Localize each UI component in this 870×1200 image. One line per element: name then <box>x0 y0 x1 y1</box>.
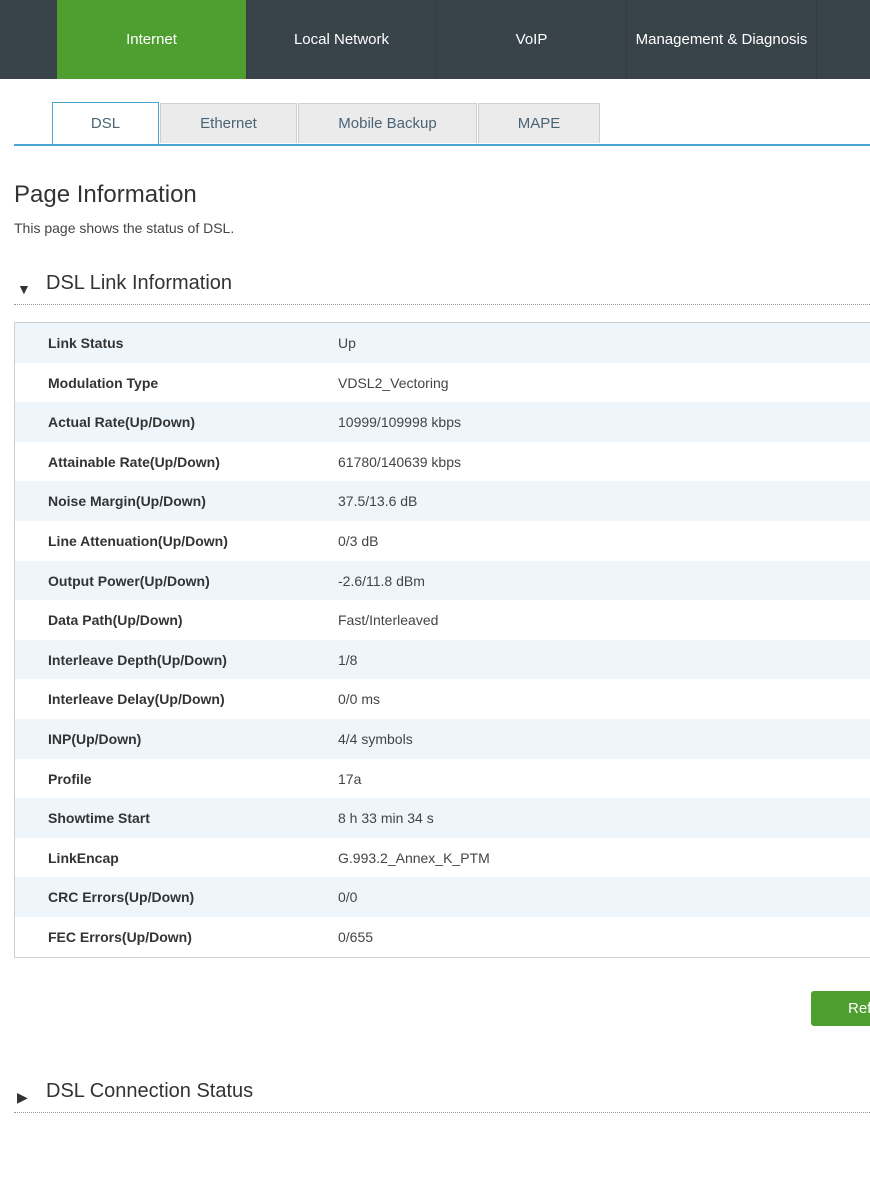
expand-arrow-icon: ▶ <box>17 1089 28 1105</box>
dsl-link-info-table: Link Status Up Modulation Type VDSL2_Vec… <box>14 322 870 958</box>
row-label: Link Status <box>48 335 124 351</box>
row-value: G.993.2_Annex_K_PTM <box>338 849 490 866</box>
table-row: LinkEncap G.993.2_Annex_K_PTM <box>15 837 870 878</box>
row-label: Actual Rate(Up/Down) <box>48 414 195 431</box>
row-value: -2.6/11.8 dBm <box>338 572 425 589</box>
row-label: CRC Errors(Up/Down) <box>48 889 195 906</box>
nav-voip[interactable]: VoIP <box>437 0 627 79</box>
sub-tab-bar: DSL Ethernet Mobile Backup MAPE <box>14 102 870 146</box>
section-title: DSL Link Information <box>46 272 233 294</box>
top-navigation: Internet Local Network VoIP Management &… <box>0 0 870 79</box>
row-value: 4/4 symbols <box>338 730 413 747</box>
table-row: Noise Margin(Up/Down) 37.5/13.6 dB <box>15 481 870 521</box>
table-row: Link Status Up <box>15 323 870 363</box>
row-value: 0/655 <box>338 928 374 945</box>
table-row: Line Attenuation(Up/Down) 0/3 dB <box>15 520 870 561</box>
row-value: VDSL2_Vectoring <box>338 374 449 391</box>
section-header-dsl-connection-status[interactable]: ▶ DSL Connection Status <box>14 1078 870 1113</box>
row-label: Interleave Depth(Up/Down) <box>48 651 227 668</box>
row-value: 10999/109998 kbps <box>338 414 461 431</box>
nav-local-network[interactable]: Local Network <box>247 0 437 79</box>
row-label: Data Path(Up/Down) <box>48 612 183 629</box>
page-description: This page shows the status of DSL. <box>14 220 235 236</box>
row-label: Noise Margin(Up/Down) <box>48 493 206 510</box>
tab-mape[interactable]: MAPE <box>478 103 600 143</box>
row-label: LinkEncap <box>48 849 119 866</box>
table-row: Data Path(Up/Down) Fast/Interleaved <box>15 600 870 640</box>
table-row: Attainable Rate(Up/Down) 61780/140639 kb… <box>15 441 870 482</box>
row-label: Showtime Start <box>48 810 150 827</box>
row-value: 61780/140639 kbps <box>338 453 461 470</box>
row-label: Profile <box>48 770 92 787</box>
row-value: 1/8 <box>338 651 358 668</box>
row-label: Attainable Rate(Up/Down) <box>48 453 220 470</box>
table-row: Showtime Start 8 h 33 min 34 s <box>15 798 870 838</box>
row-label: Interleave Delay(Up/Down) <box>48 691 225 708</box>
nav-internet[interactable]: Internet <box>57 0 247 79</box>
row-label: Output Power(Up/Down) <box>48 572 210 589</box>
table-row: CRC Errors(Up/Down) 0/0 <box>15 877 870 917</box>
tab-dsl[interactable]: DSL <box>52 102 159 144</box>
row-value: Up <box>338 335 356 351</box>
section-title: DSL Connection Status <box>46 1080 254 1102</box>
row-value: 0/0 <box>338 889 358 906</box>
table-row: INP(Up/Down) 4/4 symbols <box>15 718 870 759</box>
table-row: Output Power(Up/Down) -2.6/11.8 dBm <box>15 560 870 601</box>
row-label: Modulation Type <box>48 374 159 391</box>
row-label: Line Attenuation(Up/Down) <box>48 532 228 549</box>
refresh-button[interactable]: Ref <box>811 991 870 1026</box>
tab-mobile-backup[interactable]: Mobile Backup <box>298 103 477 143</box>
row-label: INP(Up/Down) <box>48 730 142 747</box>
row-value: 17a <box>338 770 362 787</box>
table-row: Interleave Delay(Up/Down) 0/0 ms <box>15 679 870 719</box>
tab-ethernet[interactable]: Ethernet <box>160 103 297 143</box>
row-value: 0/0 ms <box>338 691 381 708</box>
row-label: FEC Errors(Up/Down) <box>48 928 192 945</box>
row-value: 8 h 33 min 34 s <box>338 810 434 827</box>
table-row: Modulation Type VDSL2_Vectoring <box>15 362 870 403</box>
table-row: Profile 17a <box>15 758 870 799</box>
collapse-arrow-icon: ▼ <box>17 281 31 297</box>
page-title: Page Information <box>14 181 197 208</box>
table-row: Interleave Depth(Up/Down) 1/8 <box>15 639 870 680</box>
table-row: Actual Rate(Up/Down) 10999/109998 kbps <box>15 402 870 442</box>
row-value: Fast/Interleaved <box>338 612 439 629</box>
table-row: FEC Errors(Up/Down) 0/655 <box>15 916 870 957</box>
row-value: 37.5/13.6 dB <box>338 493 418 510</box>
nav-management-diagnosis[interactable]: Management & Diagnosis <box>627 0 817 79</box>
section-header-dsl-link-information[interactable]: ▼ DSL Link Information <box>14 270 870 305</box>
row-value: 0/3 dB <box>338 532 379 549</box>
